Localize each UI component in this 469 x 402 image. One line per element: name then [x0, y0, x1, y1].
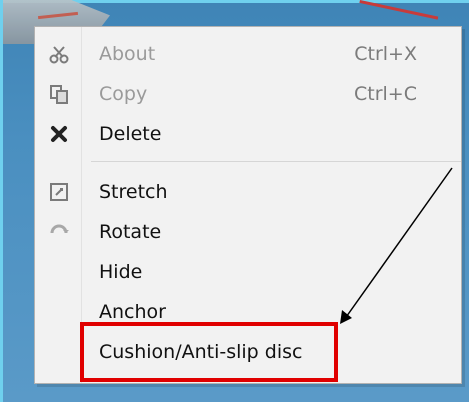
scene-red-line	[359, 0, 439, 20]
viewport-background: About Ctrl+X Copy Ctrl+C Delete Stretch …	[0, 0, 469, 402]
menu-item-label: About	[99, 43, 156, 65]
menu-item-label: Delete	[99, 123, 162, 145]
menu-item-copy[interactable]: Copy Ctrl+C	[35, 75, 461, 113]
menu-item-shortcut: Ctrl+X	[354, 43, 417, 65]
menu-item-label: Hide	[99, 261, 143, 283]
rotate-icon	[47, 220, 71, 244]
menu-separator	[91, 161, 461, 162]
stretch-icon	[47, 180, 71, 204]
scene-object-stripe	[37, 11, 79, 20]
menu-item-label: Copy	[99, 83, 148, 105]
menu-item-rotate[interactable]: Rotate	[35, 213, 461, 251]
menu-item-label: Rotate	[99, 221, 162, 243]
menu-item-label: Anchor	[99, 301, 166, 323]
annotation-highlight-box	[80, 322, 338, 382]
cut-icon	[47, 42, 71, 66]
menu-item-label: Stretch	[99, 181, 168, 203]
menu-item-shortcut: Ctrl+C	[354, 83, 417, 105]
menu-item-stretch[interactable]: Stretch	[35, 173, 461, 211]
menu-item-hide[interactable]: Hide	[35, 253, 461, 291]
menu-item-delete[interactable]: Delete	[35, 115, 461, 153]
menu-item-about[interactable]: About Ctrl+X	[35, 35, 461, 73]
delete-x-icon	[47, 122, 71, 146]
copy-icon	[47, 82, 71, 106]
